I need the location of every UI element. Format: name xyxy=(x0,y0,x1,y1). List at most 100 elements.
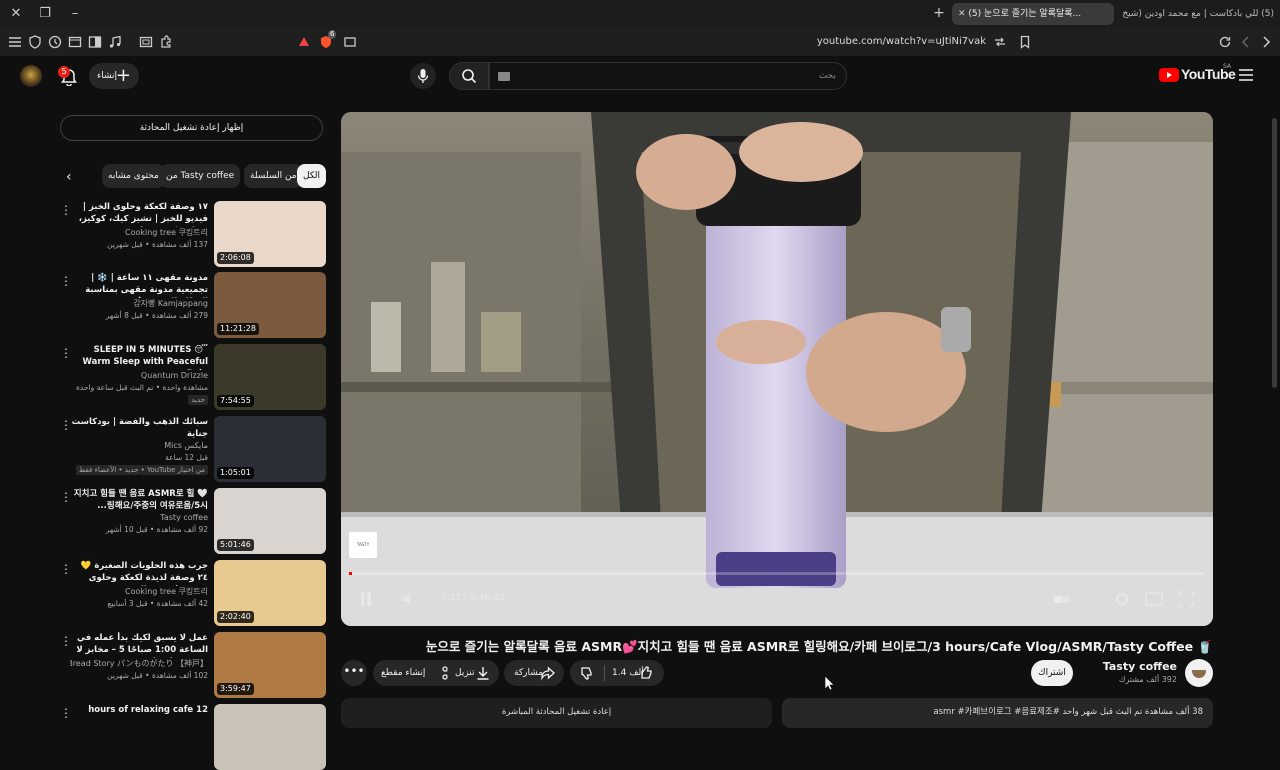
search-input[interactable]: بحث xyxy=(489,62,847,90)
bookmark-icon[interactable] xyxy=(1017,34,1033,50)
dislike-thumb-icon[interactable] xyxy=(579,665,595,681)
video-title[interactable]: عمل لا يسبق لكيك بدأ عمله في الساعة 1:00… xyxy=(70,632,208,658)
menu-icon[interactable] xyxy=(7,34,23,50)
recommendation-item[interactable]: 7:54:55 SLEEP IN 5 MINUTES 😴 Warm Sleep w… xyxy=(60,344,326,410)
screenshot-icon[interactable] xyxy=(138,34,154,50)
voice-search-mic-icon[interactable] xyxy=(410,63,436,89)
more-options-icon[interactable]: ⋮ xyxy=(60,203,72,217)
live-chat-replay-box[interactable]: إعادة تشغيل المحادثة المباشرة xyxy=(341,698,772,728)
video-title[interactable]: سبائك الذهب والفضة | بودكاست جناية xyxy=(70,416,208,440)
video-thumbnail[interactable]: 7:54:55 xyxy=(214,344,326,410)
extensions-icon[interactable] xyxy=(158,34,174,50)
video-badge: من اختيار YouTube • جديد • الأعضاء فقط xyxy=(75,465,208,475)
more-options-icon[interactable]: ⋮ xyxy=(60,490,72,504)
recommendation-item[interactable]: 11:21:28 مدونة مقهى ١١ ساعة | ❄️ | تجميعي… xyxy=(60,272,326,338)
more-options-icon[interactable]: ⋮ xyxy=(60,562,72,576)
account-avatar[interactable] xyxy=(20,65,42,87)
tab-active[interactable]: ✕ (5) 눈으로 즐기는 알록달록... xyxy=(952,3,1114,25)
channel-name[interactable]: Quantum Drizzle xyxy=(70,370,208,382)
share-button[interactable]: مشاركة xyxy=(504,660,564,686)
video-title[interactable]: ١٧ وصفة لكعكة وحلوى الخبز | فيديو للخبز … xyxy=(70,201,208,227)
connection-icon[interactable] xyxy=(992,34,1008,50)
download-button[interactable]: تنزيل xyxy=(447,660,499,686)
tabs-icon[interactable] xyxy=(67,34,83,50)
recommendation-item[interactable]: 1:05:01 سبائك الذهب والفضة | بودكاست جناي… xyxy=(60,416,326,482)
back-icon[interactable] xyxy=(1238,34,1254,50)
like-divider xyxy=(604,665,605,681)
description-preview[interactable]: 38 ألف مشاهدة تم البث قبل شهر واحد #asmr… xyxy=(782,698,1213,728)
keyboard-icon[interactable] xyxy=(498,72,510,81)
fullscreen-icon[interactable] xyxy=(1175,588,1197,610)
autoplay-toggle-icon[interactable] xyxy=(1051,588,1073,610)
channel-name[interactable]: Tasty coffee xyxy=(1103,660,1177,673)
video-player[interactable]: TASTY 0:11 / 3:46:43 xyxy=(341,112,1213,626)
like-thumb-icon[interactable] xyxy=(639,665,655,681)
sidebar-icon[interactable] xyxy=(87,34,103,50)
video-meta: 137 ألف مشاهدة • قبل شهرين xyxy=(107,240,208,249)
chip-related[interactable]: محتوى مشابه xyxy=(102,164,165,188)
video-thumbnail[interactable] xyxy=(214,704,326,770)
more-options-icon[interactable]: ⋮ xyxy=(60,346,72,360)
more-options-icon[interactable]: ⋮ xyxy=(60,274,72,288)
guide-menu-icon[interactable] xyxy=(1238,68,1254,82)
forward-icon[interactable] xyxy=(1258,34,1274,50)
more-options-icon[interactable]: ⋮ xyxy=(60,634,72,648)
brave-rewards-icon[interactable] xyxy=(296,34,312,50)
video-thumbnail[interactable]: 3:59:47 xyxy=(214,632,326,698)
video-thumbnail[interactable]: 2:02:40 xyxy=(214,560,326,626)
pause-icon[interactable] xyxy=(355,588,377,610)
volume-icon[interactable] xyxy=(397,588,419,610)
recommendation-item[interactable]: 3:59:47 عمل لا يسبق لكيك بدأ عمله في السا… xyxy=(60,632,326,698)
music-icon[interactable] xyxy=(107,34,123,50)
recommendation-item[interactable]: 5:01:46 🤍 지치고 힘들 땐 음료 ASMR로 힐링해요/주중의 여유로움… xyxy=(60,488,326,554)
miniplayer-icon[interactable] xyxy=(1143,588,1165,610)
channel-name[interactable]: 감자빵 Kamjappang xyxy=(70,298,208,310)
video-thumbnail[interactable]: 11:21:28 xyxy=(214,272,326,338)
chip-from-series[interactable]: من السلسلة xyxy=(244,164,303,188)
shield-icon[interactable] xyxy=(27,34,43,50)
reload-icon[interactable] xyxy=(1217,34,1233,50)
brave-shield-icon[interactable]: 6 xyxy=(318,30,337,50)
recommendation-item[interactable]: 2:02:40 جرب هذه الحلويات الصغيرة 💛 ٢٤ وصف… xyxy=(60,560,326,626)
progress-bar[interactable] xyxy=(349,572,1205,575)
channel-avatar[interactable] xyxy=(1185,659,1213,687)
subscribe-button[interactable]: اشتراك xyxy=(1031,660,1073,686)
duration-badge: 7:54:55 xyxy=(217,395,254,407)
channel-watermark[interactable]: TASTY xyxy=(349,532,377,558)
address-bar[interactable]: youtube.com/watch?v=uJtiNi7vak xyxy=(800,34,986,50)
history-icon[interactable] xyxy=(47,34,63,50)
new-tab-button[interactable]: + xyxy=(932,6,946,20)
settings-gear-icon[interactable] xyxy=(1111,588,1133,610)
more-options-icon[interactable]: ⋮ xyxy=(60,706,72,720)
video-title[interactable]: مدونة مقهى ١١ ساعة | ❄️ | تجميعية مدونة … xyxy=(70,272,208,298)
video-thumbnail[interactable]: 2:06:08 xyxy=(214,201,326,267)
create-button[interactable]: إنشاء + xyxy=(89,63,139,89)
minimize-window-icon[interactable]: – xyxy=(67,6,83,22)
chevron-left-icon[interactable]: ‹ xyxy=(66,170,80,184)
maximize-window-icon[interactable]: ❐ xyxy=(37,6,53,22)
video-thumbnail[interactable]: 1:05:01 xyxy=(214,416,326,482)
show-chat-replay-button[interactable]: إظهار إعادة تشغيل المحادثة xyxy=(60,115,323,141)
close-tab-icon[interactable]: ✕ xyxy=(958,9,966,19)
chip-from-channel[interactable]: من Tasty coffee xyxy=(160,164,241,188)
video-title[interactable]: جرب هذه الحلويات الصغيرة 💛 ٢٤ وصفة لذيذة… xyxy=(70,560,208,586)
recommendation-item[interactable]: 2:06:08 ١٧ وصفة لكعكة وحلوى الخبز | فيديو… xyxy=(60,201,326,267)
page-scrollbar[interactable] xyxy=(1272,118,1277,388)
search-button[interactable] xyxy=(449,62,489,90)
video-thumbnail[interactable]: 5:01:46 xyxy=(214,488,326,554)
video-title[interactable]: 12 hours of relaxing cafe xyxy=(70,704,208,716)
chip-all[interactable]: الكل xyxy=(297,164,327,188)
channel-name[interactable]: مايكس Mics xyxy=(70,440,208,452)
recommendation-item[interactable]: 12 hours of relaxing cafe ⋮ xyxy=(60,704,326,770)
channel-name[interactable]: Cooking tree 쿠킹트리 xyxy=(70,227,208,239)
more-actions-button[interactable]: ••• xyxy=(341,660,367,686)
tab-inactive[interactable]: (5) للي بادكاست | مع محمد اودين (شيخ xyxy=(1116,3,1280,25)
video-title[interactable]: 🤍 지치고 힘들 땐 음료 ASMR로 힐링해요/주중의 여유로움/5시... xyxy=(70,488,208,512)
more-options-icon[interactable]: ⋮ xyxy=(60,418,72,432)
reader-mode-icon[interactable] xyxy=(342,34,358,50)
channel-name[interactable]: Cooking tree 쿠킹트리 xyxy=(70,586,208,598)
video-title[interactable]: SLEEP IN 5 MINUTES 😴 Warm Sleep with Pea… xyxy=(70,344,208,370)
channel-name[interactable]: Tasty coffee xyxy=(70,512,208,524)
channel-name[interactable]: Bread Story パンものがたり 【神戸】 xyxy=(70,658,208,670)
close-window-icon[interactable]: ✕ xyxy=(8,6,24,22)
